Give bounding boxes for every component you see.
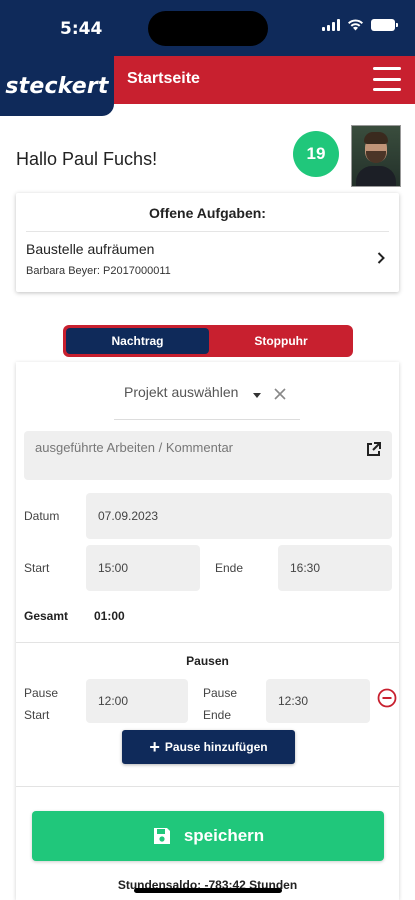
total-label: Gesamt <box>24 609 69 623</box>
status-time: 5:44 <box>60 19 103 39</box>
status-bar: 5:44 <box>0 0 415 56</box>
end-time-field[interactable]: 16:30 <box>278 545 392 591</box>
remove-pause-icon[interactable] <box>377 688 397 708</box>
external-link-icon[interactable] <box>365 441 382 458</box>
project-select[interactable]: Projekt auswählen <box>124 384 238 400</box>
status-icons <box>322 19 398 31</box>
date-label: Datum <box>24 509 60 523</box>
caret-down-icon[interactable] <box>253 393 261 398</box>
comment-field[interactable]: ausgeführte Arbeiten / Kommentar <box>24 431 392 480</box>
battery-icon <box>371 19 398 31</box>
start-label: Start <box>24 561 50 575</box>
logo-container[interactable]: steckert <box>0 56 114 116</box>
chevron-right-icon[interactable] <box>377 252 385 264</box>
clear-icon[interactable] <box>272 386 288 402</box>
avatar[interactable] <box>351 125 401 187</box>
pause-end-field[interactable]: 12:30 <box>266 679 370 723</box>
save-label: speichern <box>183 826 265 845</box>
floppy-disk-icon <box>153 828 170 844</box>
hamburger-menu-icon[interactable] <box>373 67 401 91</box>
comment-placeholder: ausgeführte Arbeiten / Kommentar <box>35 440 234 455</box>
open-tasks-card: Offene Aufgaben: Baustelle aufräumen Bar… <box>16 193 399 292</box>
signal-icon <box>322 19 340 31</box>
plus-icon: + <box>149 737 160 757</box>
dynamic-island <box>148 11 268 46</box>
greeting-text: Hallo Paul Fuchs! <box>16 149 158 169</box>
total-value: 01:00 <box>94 609 125 623</box>
start-time-field[interactable]: 15:00 <box>86 545 200 591</box>
end-label: Ende <box>215 561 244 575</box>
divider <box>26 231 389 232</box>
task-title: Baustelle aufräumen <box>26 241 155 257</box>
home-indicator[interactable] <box>134 888 282 893</box>
tab-stoppuhr[interactable]: Stoppuhr <box>209 325 353 357</box>
pause-end-label: Pause Ende <box>203 686 238 722</box>
open-tasks-title: Offene Aufgaben: <box>149 205 266 221</box>
divider <box>114 419 300 420</box>
page-title: Startseite <box>127 70 200 87</box>
task-subtitle: Barbara Beyer: P2017000011 <box>26 265 171 277</box>
mode-segmented-control: Nachtrag Stoppuhr <box>63 325 353 357</box>
tab-nachtrag[interactable]: Nachtrag <box>66 328 209 354</box>
wifi-icon <box>348 19 363 31</box>
divider <box>16 642 399 643</box>
app-logo: steckert <box>5 73 109 99</box>
add-pause-label: Pause hinzufügen <box>164 740 268 754</box>
notification-count-badge[interactable]: 19 <box>293 131 339 177</box>
save-button[interactable]: speichern <box>32 811 384 861</box>
divider <box>16 786 399 787</box>
pause-start-label: Pause Start <box>24 686 59 722</box>
date-field[interactable]: 07.09.2023 <box>86 493 392 539</box>
add-pause-button[interactable]: + Pause hinzufügen <box>122 730 295 764</box>
pauses-title: Pausen <box>186 654 229 668</box>
pause-start-field[interactable]: 12:00 <box>86 679 188 723</box>
